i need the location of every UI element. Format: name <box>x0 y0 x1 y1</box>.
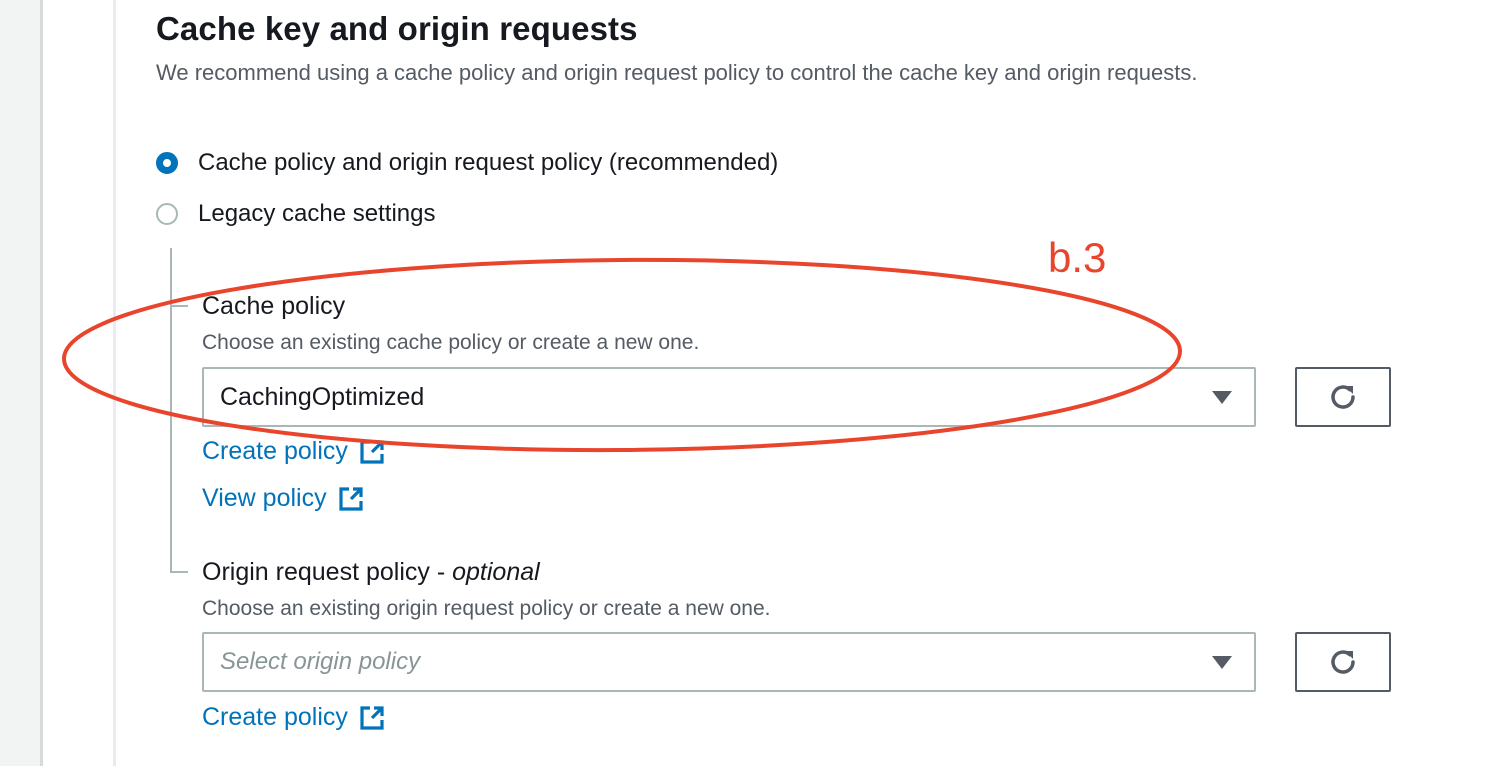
caret-down-icon <box>1212 656 1232 669</box>
create-policy-link-text: Create policy <box>202 437 348 465</box>
left-gutter <box>0 0 40 766</box>
radio-label: Legacy cache settings <box>198 200 436 227</box>
external-link-icon <box>360 705 384 730</box>
radio-label: Cache policy and origin request policy (… <box>198 149 779 176</box>
radio-legacy-cache-option[interactable]: Legacy cache settings <box>156 199 435 229</box>
view-policy-link-text: View policy <box>202 484 327 512</box>
cache-policy-label: Cache policy <box>202 292 346 320</box>
cache-policy-selected-value: CachingOptimized <box>220 382 425 411</box>
radio-button-unselected[interactable] <box>156 203 178 225</box>
annotation-label: b.3 <box>1048 234 1107 281</box>
optional-label: optional <box>452 558 540 586</box>
create-policy-link-text: Create policy <box>202 703 348 731</box>
section-title: Cache key and origin requests <box>156 10 638 47</box>
refresh-icon <box>1331 385 1355 409</box>
radio-button-selected[interactable] <box>156 152 178 174</box>
create-origin-policy-link[interactable]: Create policy <box>202 703 386 732</box>
radio-cache-policy-option[interactable]: Cache policy and origin request policy (… <box>156 148 778 178</box>
cache-policy-description: Choose an existing cache policy or creat… <box>202 331 700 354</box>
view-cache-policy-link[interactable]: View policy <box>202 484 365 513</box>
tree-connector-vertical <box>170 248 172 572</box>
tree-connector-branch <box>170 571 188 573</box>
tree-connector-branch <box>170 305 188 307</box>
cache-policy-select[interactable]: CachingOptimized <box>202 367 1256 427</box>
section-description: We recommend using a cache policy and or… <box>156 60 1198 85</box>
refresh-icon <box>1331 650 1355 674</box>
panel-border <box>40 0 116 766</box>
caret-down-icon <box>1212 391 1232 404</box>
origin-request-policy-description: Choose an existing origin request policy… <box>202 597 771 620</box>
create-cache-policy-link[interactable]: Create policy <box>202 437 386 466</box>
origin-policy-refresh-button[interactable] <box>1295 632 1391 692</box>
external-link-icon <box>339 486 363 511</box>
external-link-icon <box>360 439 384 464</box>
origin-request-policy-select[interactable]: Select origin policy <box>202 632 1256 692</box>
origin-policy-placeholder: Select origin policy <box>220 648 421 675</box>
cache-policy-refresh-button[interactable] <box>1295 367 1391 427</box>
origin-request-policy-label: Origin request policy - optional <box>202 558 540 587</box>
page: Cache key and origin requests We recomme… <box>0 0 1490 766</box>
origin-request-policy-label-text: Origin request policy - <box>202 558 453 586</box>
